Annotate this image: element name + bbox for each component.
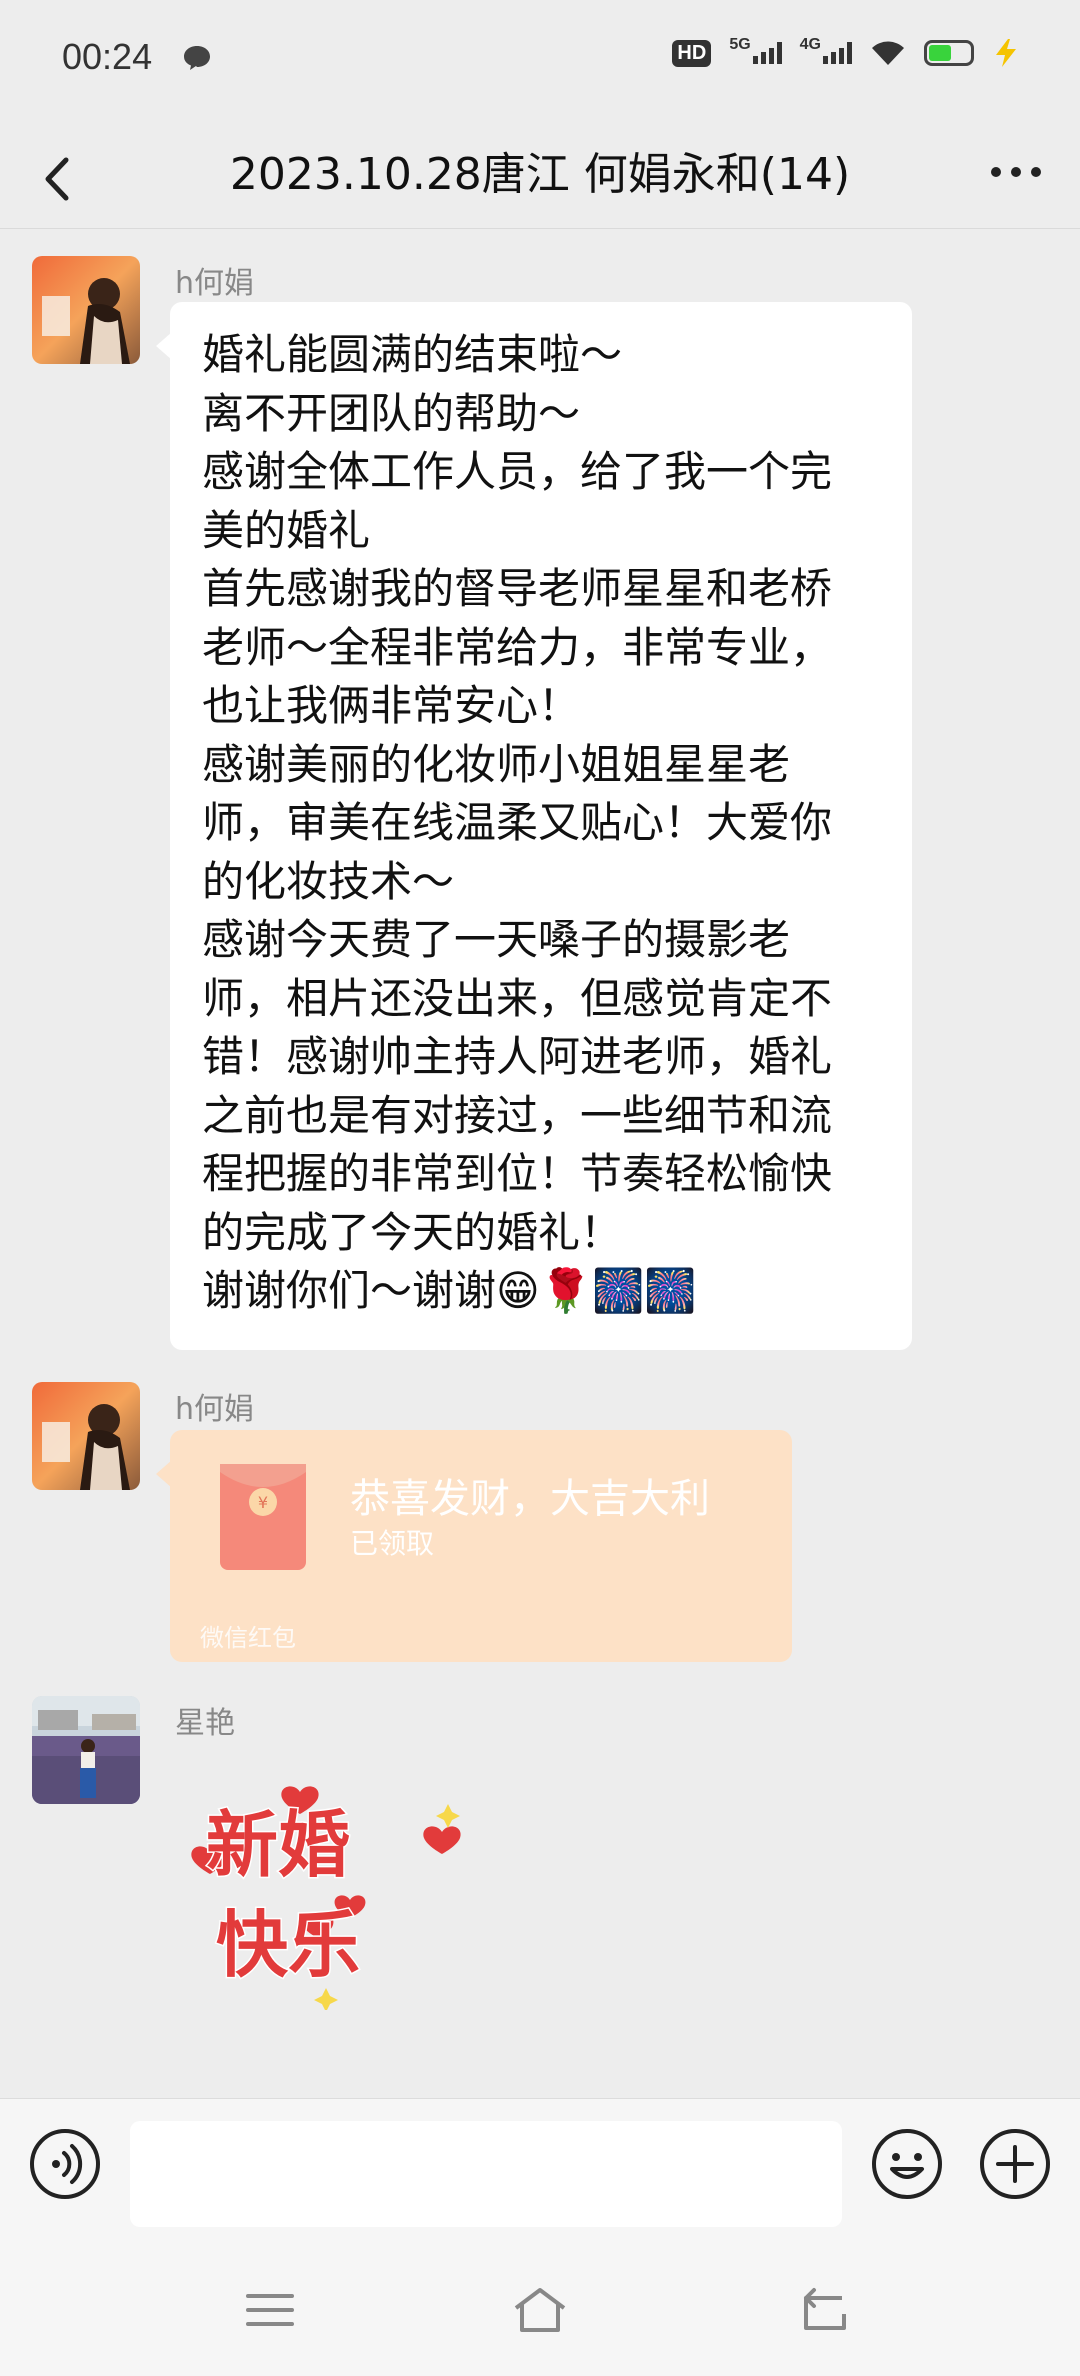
battery-icon [924, 40, 974, 66]
status-time: 00:24 [62, 36, 153, 77]
sender-name: h何娟 [175, 1392, 255, 1427]
bubble-tail [156, 1460, 172, 1488]
message-line: 谢谢你们～谢谢😁🌹🎆🎆 [202, 1266, 697, 1315]
heart-sticker-graphic: 新婚 快乐 [191, 1786, 461, 2012]
message-input[interactable] [130, 2121, 842, 2227]
message-line: 感谢今天费了一天嗓子的摄影老 [202, 915, 791, 964]
sender-name: h何娟 [175, 266, 255, 301]
red-packet-title: 恭喜发财，大吉大利 [350, 1476, 710, 1522]
message-line: 离不开团队的帮助～ [202, 388, 581, 438]
svg-text:¥: ¥ [258, 1493, 268, 1512]
message-line: 老师～全程非常给力，非常专业， [202, 622, 833, 672]
chat-header: 2023.10.28唐江 何娟永和(14) [0, 120, 1080, 230]
message-line: 的化妆技术～ [202, 856, 455, 906]
status-bar: 00:24 HD 5G 4G [0, 0, 1080, 120]
message-line: 错！感谢帅主持人阿进老师，婚礼 [202, 1032, 833, 1081]
message-line: 的完成了今天的婚礼！ [202, 1207, 623, 1257]
message-line: 程把握的非常到位！节奏轻松愉快 [202, 1149, 833, 1198]
signal-5g-icon: 5G [729, 36, 782, 64]
chat-title: 2023.10.28唐江 何娟永和(14) [229, 149, 851, 200]
back-nav-icon[interactable] [796, 2284, 852, 2336]
message-line: 美的婚礼 [202, 505, 371, 555]
message-line: 感谢全体工作人员，给了我一个完 [202, 447, 833, 496]
signal-4g-icon: 4G [800, 36, 852, 64]
avatar[interactable] [32, 1382, 140, 1490]
plus-icon[interactable] [978, 2127, 1052, 2201]
message-line: 婚礼能圆满的结束啦～ [202, 330, 623, 379]
sticker-text-bottom: 快乐 [216, 1903, 360, 1987]
system-nav-bar [0, 2248, 1080, 2376]
sticker-text-top: 新婚 [206, 1803, 350, 1887]
message-line: 也让我俩非常安心！ [202, 681, 581, 730]
bubble-tail [156, 332, 172, 360]
sticker[interactable]: 新婚 快乐 [180, 1770, 480, 2012]
status-icons: HD 5G 4G [672, 36, 1020, 68]
red-packet-label: 微信红包 [200, 1624, 296, 1652]
emoji-icon[interactable] [870, 2127, 944, 2201]
menu-icon[interactable] [244, 2284, 296, 2336]
message-bubble[interactable]: 婚礼能圆满的结束啦～ 离不开团队的帮助～ 感谢全体工作人员，给了我一个完 美的婚… [156, 302, 912, 1350]
message-line: 师，相片还没出来，但感觉肯定不 [202, 973, 833, 1023]
red-envelope-icon: ¥ [220, 1464, 306, 1570]
wifi-icon [872, 41, 904, 65]
chat-bubble-icon [184, 46, 210, 70]
message-line: 之前也是有对接过，一些细节和流 [202, 1090, 833, 1140]
hd-badge: HD [672, 39, 712, 67]
sender-name: 星艳 [175, 1706, 235, 1741]
message-line: 感谢美丽的化妆师小姐姐星星老 [202, 739, 791, 789]
message-line: 首先感谢我的督导老师星星和老桥 [202, 564, 833, 613]
more-icon[interactable] [988, 160, 1044, 184]
input-bar [0, 2098, 1080, 2249]
avatar[interactable] [32, 1696, 140, 1804]
home-icon[interactable] [512, 2284, 568, 2336]
red-packet-status: 已领取 [350, 1527, 435, 1560]
voice-icon[interactable] [28, 2127, 102, 2201]
header-divider [0, 228, 1080, 229]
avatar[interactable] [32, 256, 140, 364]
red-packet[interactable]: ¥ 恭喜发财，大吉大利 已领取 微信红包 [156, 1430, 792, 1662]
charging-icon [996, 39, 1016, 67]
message-line: 师，审美在线温柔又贴心！大爱你 [202, 798, 833, 847]
